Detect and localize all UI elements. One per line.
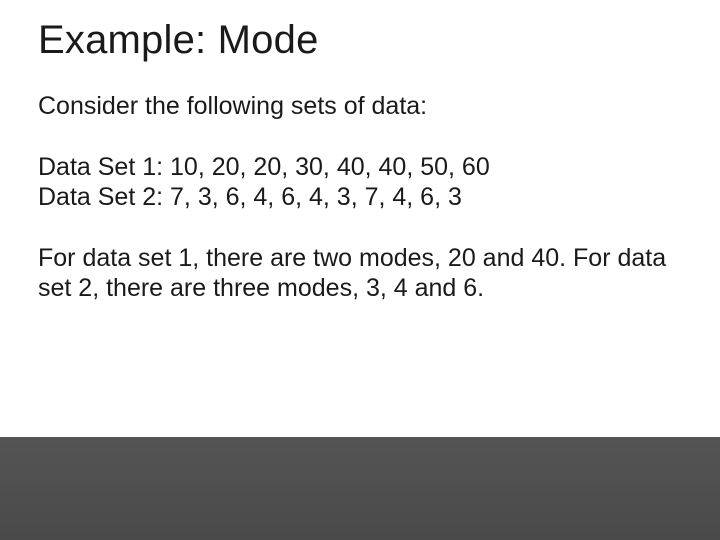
conclusion-text: For data set 1, there are two modes, 20 …: [38, 243, 682, 304]
content-panel: Example: Mode Consider the following set…: [0, 0, 720, 437]
intro-text: Consider the following sets of data:: [38, 91, 682, 122]
data-set-1: Data Set 1: 10, 20, 20, 30, 40, 40, 50, …: [38, 152, 682, 183]
footer-band: [0, 437, 720, 540]
slide: Example: Mode Consider the following set…: [0, 0, 720, 540]
data-set-2: Data Set 2: 7, 3, 6, 4, 6, 4, 3, 7, 4, 6…: [38, 182, 682, 213]
body-text: Consider the following sets of data: Dat…: [38, 91, 682, 304]
slide-title: Example: Mode: [38, 18, 682, 63]
data-sets: Data Set 1: 10, 20, 20, 30, 40, 40, 50, …: [38, 152, 682, 213]
